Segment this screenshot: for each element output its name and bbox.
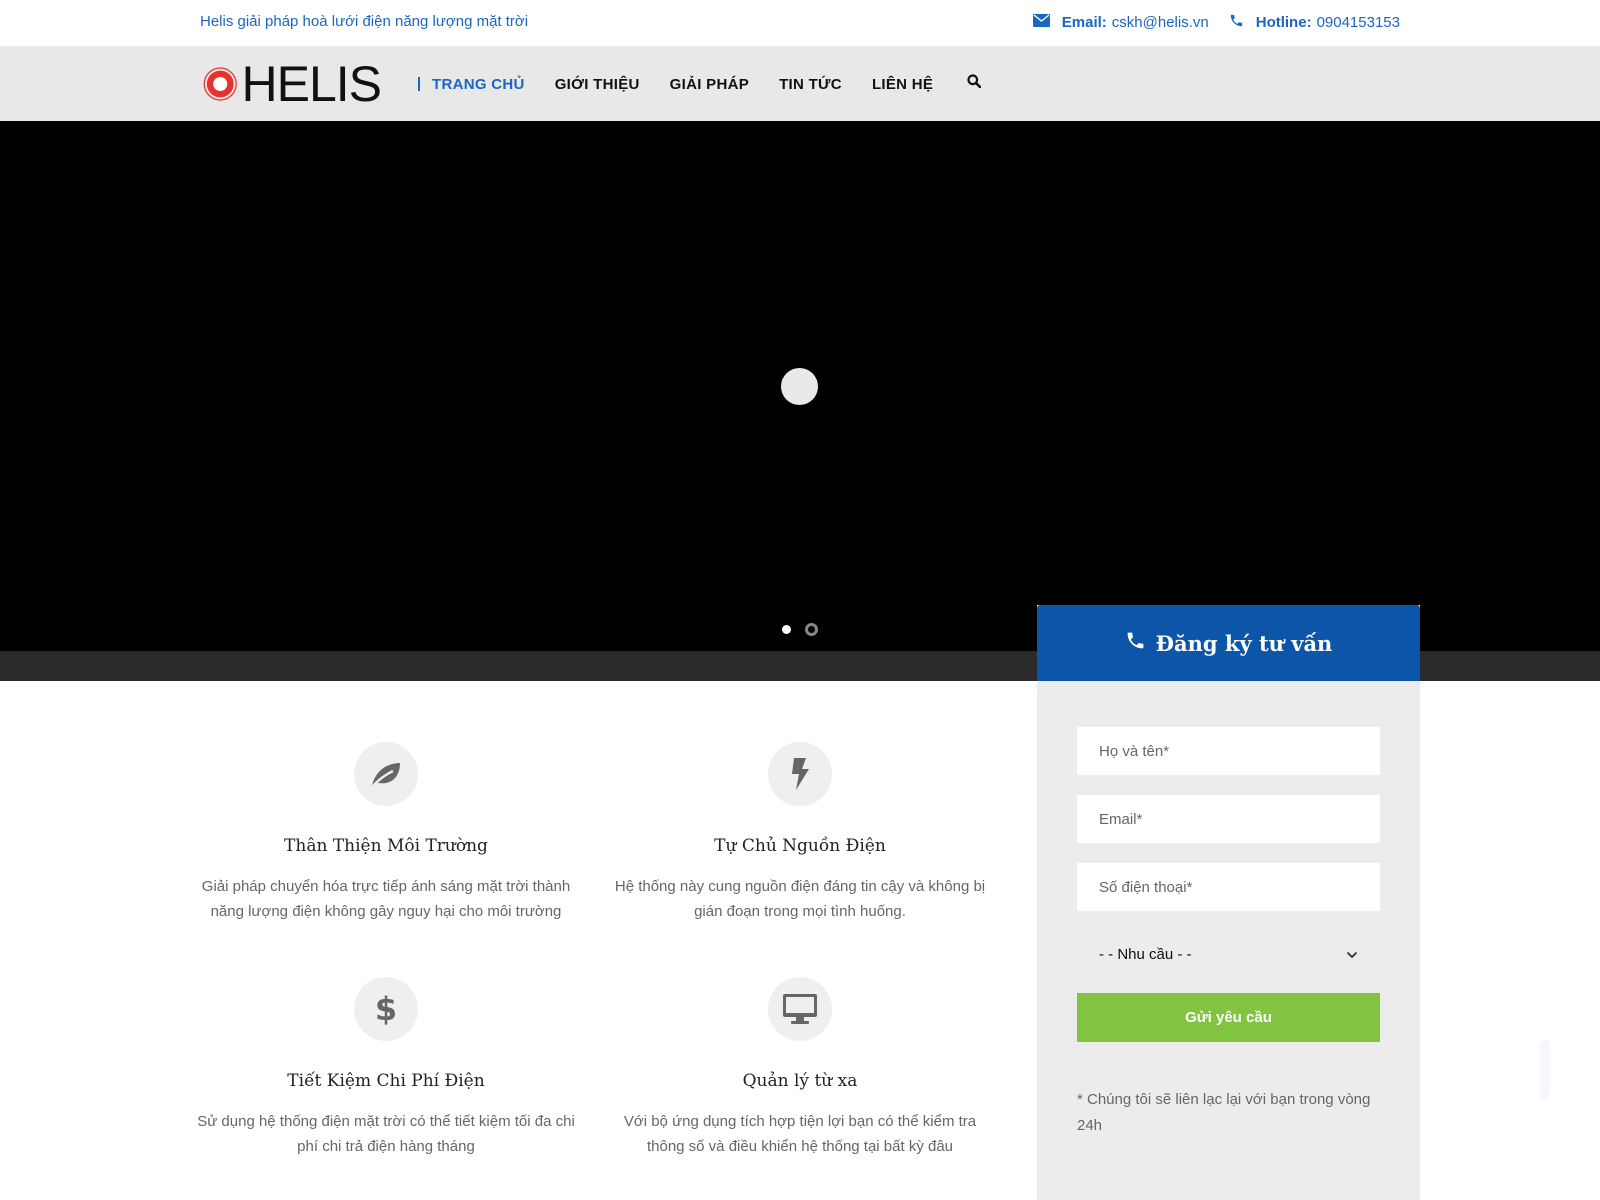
dollar-icon: $	[354, 977, 418, 1041]
envelope-icon	[1032, 14, 1050, 31]
main-navigation: HELIS TRANG CHỦ GIỚI THIỆU GIẢI PHÁP TIN…	[0, 46, 1600, 121]
site-logo[interactable]: HELIS	[203, 56, 382, 112]
bolt-icon	[768, 742, 832, 806]
feature-eco: Thân Thiện Môi Trường Giải pháp chuyển h…	[196, 742, 576, 924]
nav-menu: TRANG CHỦ GIỚI THIỆU GIẢI PHÁP TIN TỨC L…	[418, 74, 982, 93]
logo-wordmark: HELIS	[241, 56, 382, 112]
phone-icon	[1229, 13, 1244, 32]
contact-info: Email: cskh@helis.vn Hotline: 0904153153	[1013, 13, 1400, 32]
name-field[interactable]	[1077, 727, 1380, 775]
email-field[interactable]	[1077, 795, 1380, 843]
site-tagline: Helis giải pháp hoà lưới điện năng lượng…	[200, 13, 529, 30]
hotline-label: Hotline:	[1255, 14, 1312, 31]
need-select-value: - - Nhu cầu - -	[1099, 945, 1192, 963]
need-select[interactable]: - - Nhu cầu - -	[1077, 930, 1380, 978]
email-label: Email:	[1061, 14, 1107, 31]
svg-text:$: $	[375, 992, 397, 1026]
monitor-icon	[768, 977, 832, 1041]
nav-item-news[interactable]: TIN TỨC	[779, 76, 842, 93]
nav-item-home[interactable]: TRANG CHỦ	[418, 76, 525, 93]
email-value[interactable]: cskh@helis.vn	[1112, 14, 1209, 31]
slider-dot-1[interactable]	[782, 625, 791, 634]
hotline-contact[interactable]: Hotline: 0904153153	[1229, 13, 1400, 32]
phone-field[interactable]	[1077, 863, 1380, 911]
feature-description: Với bộ ứng dụng tích hợp tiện lợi bạn có…	[623, 1113, 977, 1155]
feature-description: Giải pháp chuyển hóa trực tiếp ánh sáng …	[201, 878, 571, 920]
email-contact[interactable]: Email: cskh@helis.vn	[1032, 14, 1209, 31]
feature-savings: $ Tiết Kiệm Chi Phí Điện Sử dụng hệ thốn…	[196, 977, 576, 1159]
feature-power: Tự Chủ Nguồn Điện Hệ thống này cung nguồ…	[610, 742, 990, 924]
loading-spinner-icon	[781, 368, 818, 405]
slider-dot-2[interactable]	[805, 623, 818, 636]
feature-title: Thân Thiện Môi Trường	[284, 836, 488, 856]
nav-item-about[interactable]: GIỚI THIỆU	[555, 76, 640, 93]
hero-slider[interactable]	[0, 121, 1600, 651]
search-icon[interactable]	[967, 74, 982, 93]
chevron-down-icon	[1346, 946, 1358, 963]
feature-remote: Quản lý từ xa Với bộ ứng dụng tích hợp t…	[610, 977, 990, 1159]
phone-icon	[1125, 630, 1146, 656]
form-note: * Chúng tôi sẽ liên lạc lại với bạn tron…	[1077, 1091, 1371, 1134]
feature-title: Tự Chủ Nguồn Điện	[714, 836, 886, 856]
feature-title: Tiết Kiệm Chi Phí Điện	[287, 1071, 485, 1091]
nav-item-contact[interactable]: LIÊN HỆ	[872, 76, 933, 93]
leaf-icon	[354, 742, 418, 806]
consultation-form: Đăng ký tư vấn - - Nhu cầu - - Gửi yêu c…	[1037, 605, 1420, 1200]
feature-description: Hệ thống này cung nguồn điện đáng tin cậ…	[614, 878, 986, 920]
hotline-value[interactable]: 0904153153	[1317, 14, 1400, 31]
form-header: Đăng ký tư vấn	[1037, 605, 1420, 681]
floating-widget[interactable]	[1540, 1040, 1550, 1100]
feature-title: Quản lý từ xa	[742, 1071, 858, 1091]
form-title: Đăng ký tư vấn	[1155, 630, 1333, 656]
top-bar: Helis giải pháp hoà lưới điện năng lượng…	[0, 0, 1600, 46]
logo-mark-icon	[203, 67, 237, 101]
submit-button[interactable]: Gửi yêu cầu	[1077, 993, 1380, 1042]
feature-description: Sử dụng hệ thống điện mặt trời có thể ti…	[197, 1113, 575, 1155]
slider-pagination	[782, 623, 832, 636]
nav-item-solutions[interactable]: GIẢI PHÁP	[670, 76, 749, 93]
